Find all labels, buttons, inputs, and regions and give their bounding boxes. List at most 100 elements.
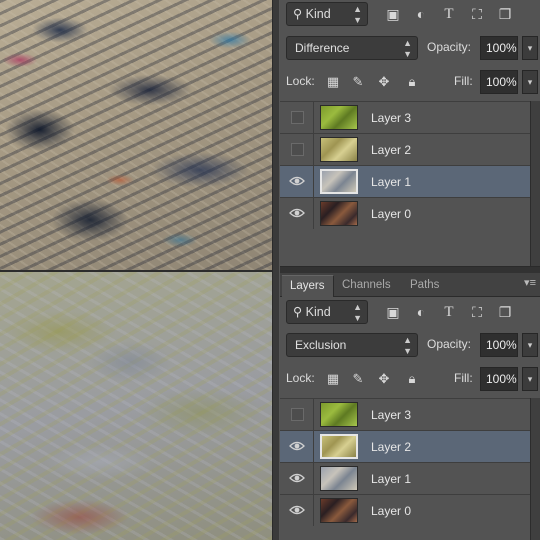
tab-paths[interactable]: Paths [402,275,447,297]
visibility-toggle[interactable] [280,431,314,462]
opacity-dropdown-button[interactable]: ▾ [522,333,538,357]
eye-icon [289,208,305,218]
fill-dropdown-button[interactable]: ▾ [522,70,538,94]
layer-name: Layer 3 [371,111,412,125]
layer-thumbnail [320,402,358,427]
layer-name: Layer 1 [371,472,412,486]
layer-thumbnail [320,498,358,523]
opacity-field[interactable]: 100% [480,36,518,60]
layer-name: Layer 0 [371,504,412,518]
lock-image-icon[interactable]: ✎ [350,371,366,387]
search-icon: ⚲ [293,7,306,21]
hidden-box-icon [291,111,304,124]
visibility-toggle[interactable] [280,166,314,197]
kind-filter-dropdown[interactable]: ⚲ Kind ▲ ▼ [286,300,368,324]
lock-label: Lock: [286,74,315,88]
lock-transparent-icon[interactable]: ▦ [325,371,341,387]
opacity-label: Opacity: [427,337,472,351]
layer-thumbnail [320,169,358,194]
tab-layers[interactable]: Layers [282,275,334,297]
panel-divider[interactable] [272,0,280,540]
adjustment-filter-icon[interactable]: ◐ [412,303,430,321]
lock-position-icon[interactable]: ✥ [376,371,392,387]
image-filter-icon[interactable]: ▣ [384,303,402,321]
layer-name: Layer 2 [371,143,412,157]
lock-all-icon[interactable]: 🔒︎ [404,74,420,90]
layer-row-selected[interactable]: Layer 1 [280,165,530,197]
smart-object-filter-icon[interactable]: ❐ [496,5,514,23]
visibility-toggle[interactable] [280,102,314,133]
lock-label: Lock: [286,371,315,385]
panel-tabs: Layers Channels Paths ▾≡ [280,273,540,297]
blend-row: Difference ▲ ▼ Opacity: 100% ▾ [286,36,540,62]
layer-row[interactable]: Layer 0 [280,197,530,229]
lock-all-icon[interactable]: 🔒︎ [404,371,420,387]
blend-mode-dropdown[interactable]: Difference ▲ ▼ [286,36,418,60]
lock-position-icon[interactable]: ✥ [376,74,392,90]
visibility-toggle[interactable] [280,134,314,165]
panel-separator [280,266,540,273]
layer-row[interactable]: Layer 0 [280,494,530,526]
layer-row[interactable]: Layer 1 [280,462,530,494]
kind-filter-dropdown[interactable]: ⚲ Kind ▲ ▼ [286,2,368,26]
visibility-toggle[interactable] [280,399,314,430]
blend-mode-dropdown[interactable]: Exclusion ▲ ▼ [286,333,418,357]
fill-label: Fill: [454,74,473,88]
opacity-label: Opacity: [427,40,472,54]
layer-name: Layer 1 [371,175,412,189]
layers-panel-bottom: Layers Channels Paths ▾≡ ⚲ Kind ▲ ▼ ▣ ◐ T… [280,273,540,540]
lock-image-icon[interactable]: ✎ [350,74,366,90]
blend-mode-value: Exclusion [295,338,347,352]
canvas-difference-result [0,0,272,270]
layer-thumbnail [320,466,358,491]
shape-filter-icon[interactable]: ⛶ [468,5,486,23]
opacity-dropdown-button[interactable]: ▾ [522,36,538,60]
type-filter-icon[interactable]: T [440,303,458,321]
layer-name: Layer 2 [371,440,412,454]
fill-field[interactable]: 100% [480,70,518,94]
eye-icon [289,441,305,451]
chevron-updown-icon: ▲ ▼ [403,335,412,356]
adjustment-filter-icon[interactable]: ◐ [412,5,430,23]
scrollbar[interactable] [530,101,540,266]
layers-panel-top: ⚲ Kind ▲ ▼ ▣ ◐ T ⛶ ❐ Difference ▲ ▼ Opacit… [280,0,540,266]
visibility-toggle[interactable] [280,495,314,526]
scrollbar[interactable] [530,398,540,540]
visibility-toggle[interactable] [280,463,314,494]
chevron-updown-icon: ▲ ▼ [353,302,362,323]
layer-thumbnail [320,137,358,162]
filter-row: ⚲ Kind ▲ ▼ ▣ ◐ T ⛶ ❐ [286,2,540,28]
layer-row[interactable]: Layer 2 [280,133,530,165]
eye-icon [289,176,305,186]
panel-menu-icon[interactable]: ▾≡ [524,276,536,289]
tab-channels[interactable]: Channels [334,275,399,297]
canvas-exclusion-result [0,272,272,540]
eye-icon [289,473,305,483]
lock-row: Lock: ▦ ✎ ✥ 🔒︎ Fill: 100% ▾ [286,367,540,393]
layer-thumbnail [320,105,358,130]
lock-row: Lock: ▦ ✎ ✥ 🔒︎ Fill: 100% ▾ [286,70,540,96]
layer-row-selected[interactable]: Layer 2 [280,430,530,462]
chevron-updown-icon: ▲ ▼ [403,38,412,59]
filter-row: ⚲ Kind ▲ ▼ ▣ ◐ T ⛶ ❐ [286,300,540,326]
fill-label: Fill: [454,371,473,385]
opacity-field[interactable]: 100% [480,333,518,357]
smart-object-filter-icon[interactable]: ❐ [496,303,514,321]
layer-row[interactable]: Layer 3 [280,398,530,430]
type-filter-icon[interactable]: T [440,5,458,23]
layer-row[interactable]: Layer 3 [280,101,530,133]
shape-filter-icon[interactable]: ⛶ [468,303,486,321]
blend-mode-value: Difference [295,41,350,55]
hidden-box-icon [291,408,304,421]
fill-dropdown-button[interactable]: ▾ [522,367,538,391]
layer-thumbnail [320,434,358,459]
layer-thumbnail [320,201,358,226]
visibility-toggle[interactable] [280,198,314,229]
blend-row: Exclusion ▲ ▼ Opacity: 100% ▾ [286,333,540,359]
hidden-box-icon [291,143,304,156]
search-icon: ⚲ [293,305,306,319]
fill-field[interactable]: 100% [480,367,518,391]
chevron-updown-icon: ▲ ▼ [353,4,362,25]
lock-transparent-icon[interactable]: ▦ [325,74,341,90]
image-filter-icon[interactable]: ▣ [384,5,402,23]
